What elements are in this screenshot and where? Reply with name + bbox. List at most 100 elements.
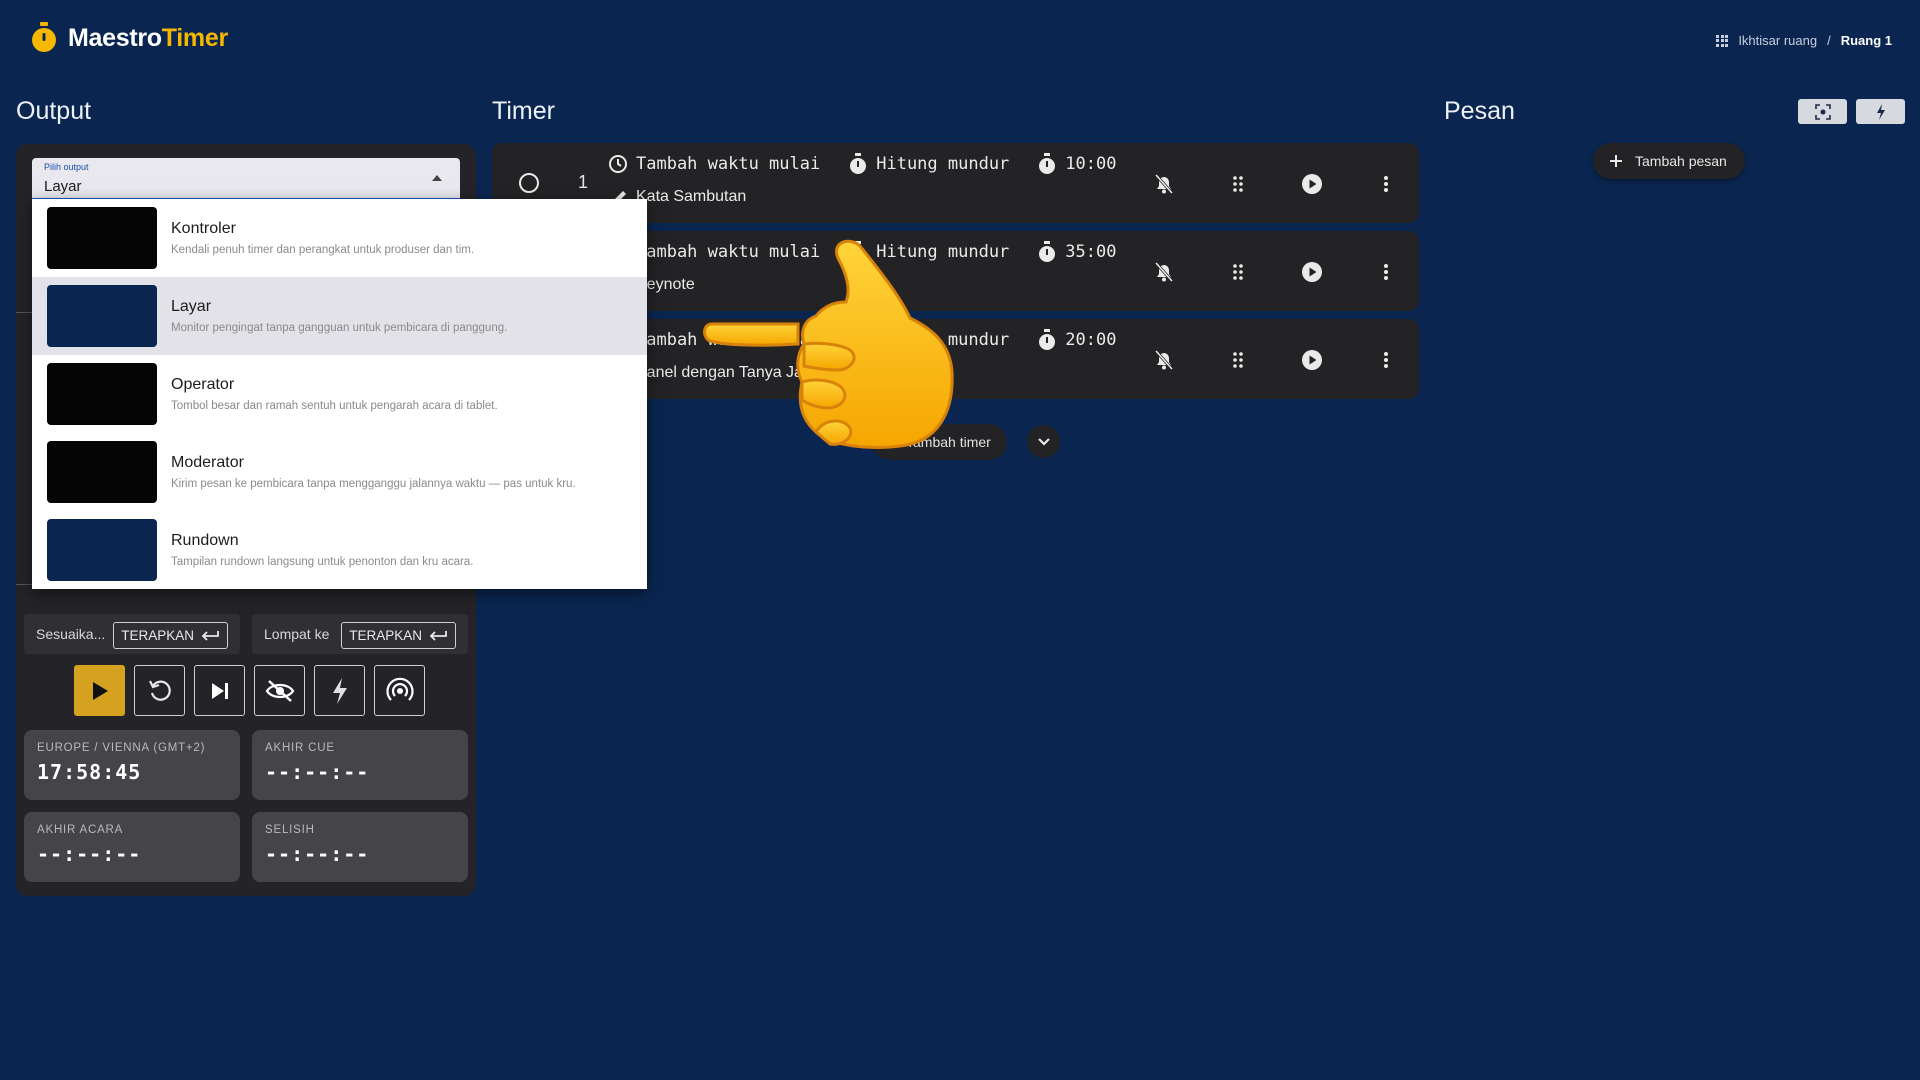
output-option-moderator[interactable]: Moderator Kirim pesan ke pembicara tanpa… [32,433,647,511]
output-option-rundown[interactable]: Rundown Tampilan rundown langsung untuk … [32,511,647,589]
timer-mode[interactable]: Hitung mundur [876,154,1009,174]
play-circle-icon[interactable] [1299,259,1325,285]
timer-duration[interactable]: 20:00 [1065,330,1116,350]
stopwatch-icon [1039,241,1056,262]
clock-label: EUROPE / VIENNA (GMT+2) [37,742,206,754]
fullscreen-preview-button[interactable] [1798,99,1847,124]
grid-icon [1716,34,1729,47]
output-thumbnail [47,441,157,503]
output-option-layar[interactable]: Layar Monitor pengingat tanpa gangguan u… [32,277,647,355]
drag-handle-icon[interactable] [1225,171,1251,197]
enter-icon [200,630,220,642]
timer-index: 1 [578,172,589,192]
bell-off-icon[interactable] [1151,347,1177,373]
clock-value: 17:58:45 [37,760,142,784]
bell-off-icon[interactable] [1151,171,1177,197]
clock-icon [609,155,627,173]
stopwatch-icon [850,153,867,174]
apply-label: TERAPKAN [121,628,194,643]
difference-label: SELISIH [265,824,315,836]
timer-title[interactable]: Kata Sambutan [636,188,746,206]
option-description: Tombol besar dan ramah sentuh untuk peng… [171,400,498,412]
output-thumbnail [47,207,157,269]
play-circle-icon[interactable] [1299,347,1325,373]
timer-start-time[interactable]: Tambah waktu mulai [636,154,820,174]
option-title: Moderator [171,454,244,471]
lightning-icon [332,677,347,704]
breadcrumb: Ikhtisar ruang / Ruang 1 [1716,33,1892,48]
timer-actions [1151,171,1399,197]
next-button[interactable] [194,665,245,716]
stopwatch-icon [30,22,58,54]
more-vertical-icon[interactable] [1373,171,1399,197]
difference-card: SELISIH --:--:-- [252,812,468,882]
breadcrumb-overview-link[interactable]: Ikhtisar ruang [1738,33,1817,48]
apply-jump-button[interactable]: TERAPKAN [341,622,456,649]
bell-off-icon[interactable] [1151,259,1177,285]
adjust-time-field[interactable]: Sesuaika... TERAPKAN [24,614,240,654]
option-title: Rundown [171,532,239,549]
focus-icon [1814,103,1831,120]
play-icon [92,681,108,700]
more-vertical-icon[interactable] [1373,259,1399,285]
play-circle-icon[interactable] [1299,171,1325,197]
drag-handle-icon[interactable] [1225,347,1251,373]
cue-end-value: --:--:-- [265,760,370,784]
output-select[interactable]: Pilih output Layar [32,158,460,200]
event-end-value: --:--:-- [37,842,142,866]
cue-end-card: AKHIR CUE --:--:-- [252,730,468,800]
cue-end-label: AKHIR CUE [265,742,335,754]
output-select-label: Pilih output [44,162,89,172]
pesan-section-title: Pesan [1444,97,1515,125]
playback-controls [74,665,425,716]
stopwatch-icon [1039,329,1056,350]
option-description: Kendali penuh timer dan perangkat untuk … [171,244,475,256]
pointing-hand-icon [700,232,970,457]
blackout-button[interactable] [254,665,305,716]
output-dropdown-menu: Kontroler Kendali penuh timer dan perang… [32,199,647,589]
app-name: MaestroTimer [68,23,228,52]
play-button[interactable] [74,665,125,716]
plus-icon [1610,155,1622,167]
skip-next-icon [211,682,228,699]
clock-card: EUROPE / VIENNA (GMT+2) 17:58:45 [24,730,240,800]
more-vertical-icon[interactable] [1373,347,1399,373]
app-logo[interactable]: MaestroTimer [30,22,228,54]
timer-select-radio[interactable] [519,173,539,193]
broadcast-icon [385,677,414,701]
output-section-title: Output [16,97,92,125]
jump-to-field[interactable]: Lompat ke TERAPKAN [252,614,468,654]
flash-button[interactable] [314,665,365,716]
timer-settings: Tambah waktu mulai Hitung mundur 10:00 [608,153,1116,175]
chevron-down-icon [1037,437,1050,446]
flash-message-button[interactable] [1856,99,1905,124]
option-description: Kirim pesan ke pembicara tanpa menggangg… [171,478,576,490]
event-end-card: AKHIR ACARA --:--:-- [24,812,240,882]
enter-icon [428,630,448,642]
option-description: Tampilan rundown langsung untuk penonton… [171,556,474,568]
eye-off-icon [265,679,294,702]
output-option-operator[interactable]: Operator Tombol besar dan ramah sentuh u… [32,355,647,433]
option-description: Monitor pengingat tanpa gangguan untuk p… [171,322,508,334]
output-option-kontroler[interactable]: Kontroler Kendali penuh timer dan perang… [32,199,647,277]
timer-duration[interactable]: 10:00 [1065,154,1116,174]
timer-actions [1151,347,1399,373]
output-thumbnail [47,285,157,347]
apply-adjust-button[interactable]: TERAPKAN [113,622,228,649]
apply-label: TERAPKAN [349,628,422,643]
option-title: Operator [171,376,235,393]
reset-button[interactable] [134,665,185,716]
timer-section-title: Timer [492,97,555,125]
breadcrumb-current: Ruang 1 [1840,33,1892,48]
stopwatch-icon [1039,153,1056,174]
add-timer-options-button[interactable] [1027,425,1060,458]
breadcrumb-separator: / [1827,33,1831,48]
timer-actions [1151,259,1399,285]
add-message-label: Tambah pesan [1635,153,1727,169]
add-message-button[interactable]: Tambah pesan [1593,143,1745,179]
drag-handle-icon[interactable] [1225,259,1251,285]
lightning-icon [1876,103,1885,120]
timer-duration[interactable]: 35:00 [1065,242,1116,262]
broadcast-button[interactable] [374,665,425,716]
output-thumbnail [47,519,157,581]
